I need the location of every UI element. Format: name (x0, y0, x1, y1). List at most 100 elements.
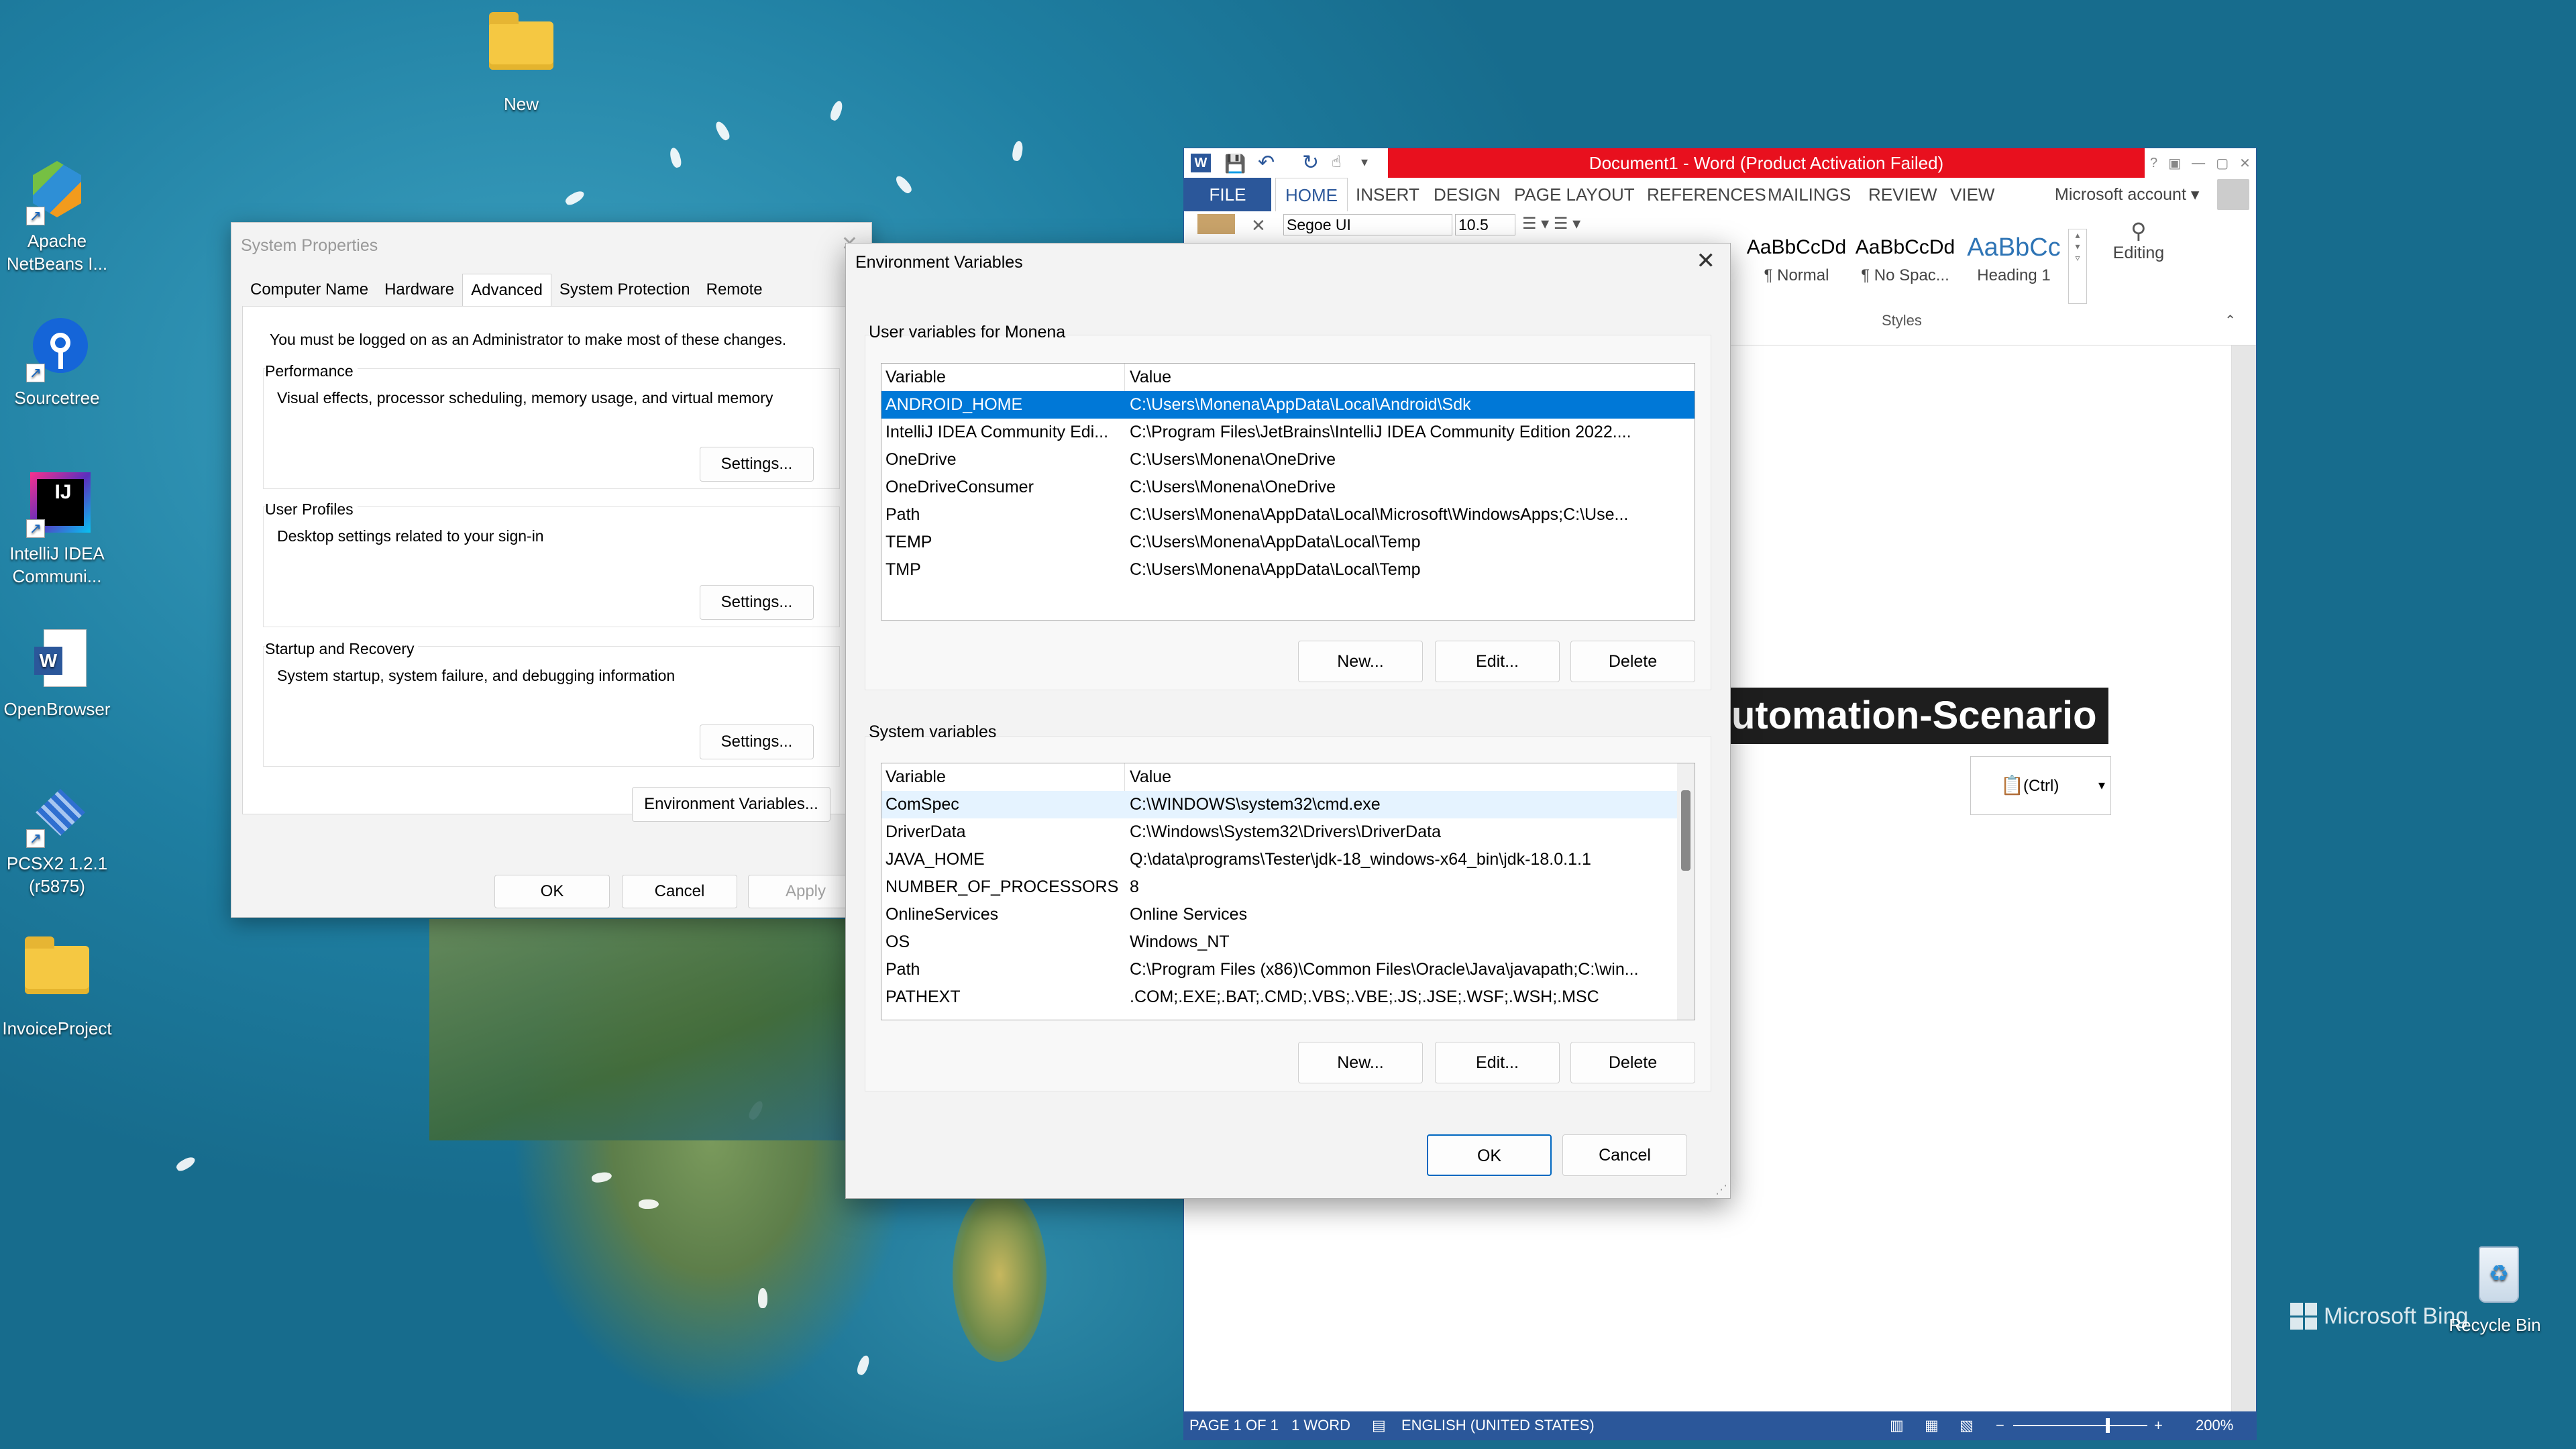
tab-mailings[interactable]: MAILINGS (1768, 178, 1851, 211)
table-row[interactable]: ComSpec C:\WINDOWS\system32\cmd.exe (881, 791, 1695, 818)
language[interactable]: ENGLISH (UNITED STATES) (1401, 1411, 1595, 1440)
desktop-icon-pcsx2[interactable]: ↗ PCSX2 1.2.1 (r5875) (0, 781, 114, 898)
desktop-icon-intellij[interactable]: IJ ↗ IntelliJ IDEA Communi... (0, 471, 114, 588)
desktop-icon-new-folder[interactable]: New (464, 12, 578, 115)
maximize-icon[interactable]: ▢ (2216, 155, 2229, 172)
table-row[interactable]: TMP C:\Users\Monena\AppData\Local\Temp (881, 556, 1695, 584)
table-row[interactable]: NUMBER_OF_PROCESSORS 8 (881, 873, 1695, 901)
tab-review[interactable]: REVIEW (1868, 178, 1937, 211)
column-value-header[interactable]: Value (1130, 763, 1670, 791)
touch-mode-icon[interactable]: ☝ (1332, 152, 1342, 172)
bullets-icon[interactable]: ☰ ▾ ☰ ▾ (1522, 214, 1580, 233)
desktop-icon-invoiceproject[interactable]: InvoiceProject (0, 936, 114, 1040)
tab-system-protection[interactable]: System Protection (551, 274, 698, 306)
tab-insert[interactable]: INSERT (1356, 178, 1419, 211)
ribbon-display-options-icon[interactable]: ▣ (2168, 155, 2181, 172)
system-variables-list[interactable]: Variable Value ComSpec C:\WINDOWS\system… (881, 763, 1695, 1020)
cancel-button[interactable]: Cancel (1562, 1134, 1687, 1176)
font-size-input[interactable]: 10.5 (1455, 214, 1515, 235)
startup-recovery-settings-button[interactable]: Settings... (700, 724, 814, 759)
save-icon[interactable]: 💾 (1224, 154, 1246, 174)
font-name-input[interactable]: Segoe UI (1283, 214, 1452, 235)
styles-scroll-icon[interactable]: ▴ ▾ ▿ (2068, 229, 2087, 304)
environment-variables-dialog[interactable]: Environment Variables ✕ User variables f… (845, 243, 1731, 1199)
tab-hardware[interactable]: Hardware (376, 274, 462, 306)
tab-home[interactable]: HOME (1275, 178, 1348, 211)
user-edit-button[interactable]: Edit... (1435, 641, 1560, 682)
column-value-header[interactable]: Value (1130, 364, 1670, 391)
table-row[interactable]: OneDriveConsumer C:\Users\Monena\OneDriv… (881, 474, 1695, 501)
tab-remote[interactable]: Remote (698, 274, 771, 306)
tab-file[interactable]: FILE (1184, 178, 1271, 211)
system-properties-window[interactable]: System Properties ✕ Computer Name Hardwa… (231, 222, 872, 918)
performance-settings-button[interactable]: Settings... (700, 447, 814, 482)
user-new-button[interactable]: New... (1298, 641, 1423, 682)
avatar[interactable] (2217, 179, 2249, 210)
web-layout-icon[interactable]: ▧ (1960, 1411, 1974, 1440)
table-row[interactable]: ANDROID_HOME C:\Users\Monena\AppData\Loc… (881, 391, 1695, 419)
customize-qat-icon[interactable]: ▾ (1361, 154, 1368, 170)
tab-references[interactable]: REFERENCES (1647, 178, 1766, 211)
ok-button[interactable]: OK (1427, 1134, 1552, 1176)
table-row[interactable]: OneDrive C:\Users\Monena\OneDrive (881, 446, 1695, 474)
tab-design[interactable]: DESIGN (1434, 178, 1501, 211)
help-icon[interactable]: ? (2150, 156, 2157, 171)
tab-page-layout[interactable]: PAGE LAYOUT (1514, 178, 1635, 211)
close-icon[interactable]: ✕ (1697, 248, 1716, 274)
table-row[interactable]: OnlineServices Online Services (881, 901, 1695, 928)
desktop-icon-sourcetree[interactable]: ↗ Sourcetree (0, 315, 114, 409)
word-count[interactable]: 1 WORD (1291, 1411, 1350, 1440)
paste-icon[interactable] (1197, 214, 1235, 234)
zoom-slider-thumb[interactable] (2106, 1418, 2110, 1433)
table-row[interactable]: JAVA_HOME Q:\data\programs\Tester\jdk-18… (881, 846, 1695, 873)
style-heading-1[interactable]: AaBbCc Heading 1 (1960, 229, 2068, 304)
page-count[interactable]: PAGE 1 OF 1 (1189, 1411, 1279, 1440)
word-app-icon[interactable]: W (1191, 154, 1211, 172)
redo-icon[interactable]: ↻ (1302, 151, 1319, 174)
table-row[interactable]: OS Windows_NT (881, 928, 1695, 956)
vertical-scrollbar[interactable] (2232, 345, 2256, 1421)
zoom-slider[interactable] (2013, 1425, 2147, 1426)
tab-advanced[interactable]: Advanced (462, 274, 551, 306)
close-icon[interactable]: ✕ (2239, 155, 2251, 172)
print-layout-icon[interactable]: ▦ (1925, 1411, 1939, 1440)
zoom-out-icon[interactable]: − (1996, 1411, 2004, 1440)
desktop-icon-openbrowser[interactable]: W OpenBrowser (0, 627, 114, 720)
cancel-button[interactable]: Cancel (622, 875, 737, 908)
table-row[interactable]: Path C:\Users\Monena\AppData\Local\Micro… (881, 501, 1695, 529)
user-variables-list[interactable]: Variable Value ANDROID_HOME C:\Users\Mon… (881, 363, 1695, 621)
user-profiles-settings-button[interactable]: Settings... (700, 585, 814, 620)
system-variables-scrollbar[interactable] (1677, 763, 1695, 1020)
scrollbar-thumb[interactable] (1681, 790, 1690, 871)
style-no-spacing[interactable]: AaBbCcDd ¶ No Spac... (1851, 229, 1960, 304)
undo-icon[interactable]: ↶ (1258, 151, 1275, 174)
minimize-icon[interactable]: — (2192, 156, 2205, 171)
column-variable-header[interactable]: Variable (885, 364, 1123, 391)
editing-button[interactable]: ⚲ Editing (2108, 218, 2169, 263)
table-row[interactable]: Path C:\Program Files (x86)\Common Files… (881, 956, 1695, 983)
system-new-button[interactable]: New... (1298, 1042, 1423, 1083)
cut-icon[interactable]: ✕ (1251, 215, 1266, 236)
paste-options-button[interactable]: 📋 (Ctrl) ▾ (1970, 756, 2111, 815)
tab-view[interactable]: VIEW (1950, 178, 1994, 211)
zoom-in-icon[interactable]: + (2154, 1411, 2163, 1440)
resize-grip-icon[interactable]: ⋰ (1715, 1183, 1727, 1197)
proofing-icon[interactable]: ▤ (1372, 1411, 1386, 1440)
table-row[interactable]: IntelliJ IDEA Community Edi... C:\Progra… (881, 419, 1695, 446)
table-row[interactable]: DriverData C:\Windows\System32\Drivers\D… (881, 818, 1695, 846)
system-delete-button[interactable]: Delete (1570, 1042, 1695, 1083)
table-row[interactable]: TEMP C:\Users\Monena\AppData\Local\Temp (881, 529, 1695, 556)
environment-variables-button[interactable]: Environment Variables... (632, 787, 830, 822)
user-delete-button[interactable]: Delete (1570, 641, 1695, 682)
zoom-level[interactable]: 200% (2196, 1411, 2233, 1440)
ok-button[interactable]: OK (494, 875, 610, 908)
desktop-icon-netbeans[interactable]: ↗ Apache NetBeans I... (0, 158, 114, 275)
column-variable-header[interactable]: Variable (885, 763, 1123, 791)
collapse-ribbon-icon[interactable]: ⌃ (2224, 312, 2236, 329)
table-row[interactable]: PATHEXT .COM;.EXE;.BAT;.CMD;.VBS;.VBE;.J… (881, 983, 1695, 1011)
tab-computer-name[interactable]: Computer Name (242, 274, 376, 306)
style-normal[interactable]: AaBbCcDd ¶ Normal (1742, 229, 1851, 304)
account-menu[interactable]: Microsoft account ▾ (2055, 178, 2199, 211)
system-edit-button[interactable]: Edit... (1435, 1042, 1560, 1083)
read-mode-icon[interactable]: ▥ (1890, 1411, 1904, 1440)
